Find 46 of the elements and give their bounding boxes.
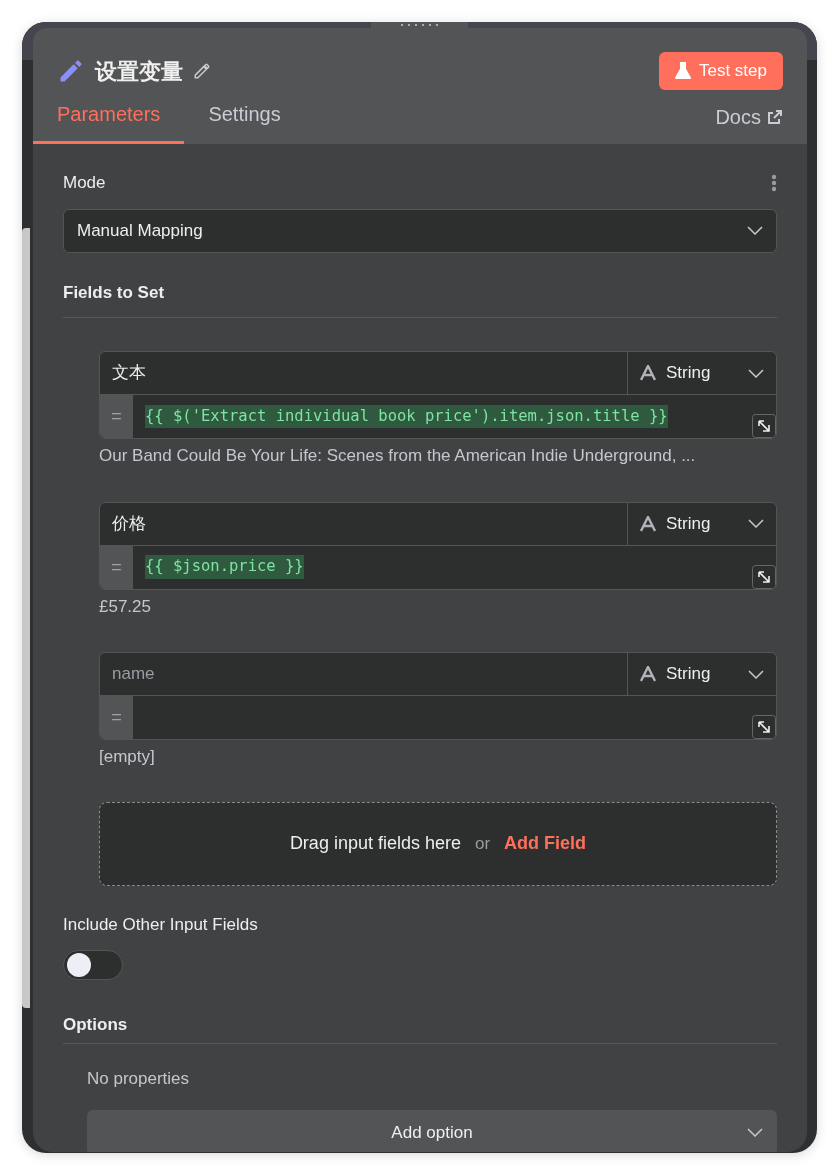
- more-options-icon[interactable]: [771, 173, 777, 192]
- drop-zone-text: Drag input fields here: [289, 832, 461, 855]
- expand-icon[interactable]: [752, 715, 776, 739]
- empty-text: No properties: [87, 1067, 191, 1090]
- node-title: 设置变量: [95, 57, 183, 86]
- letter-icon: [640, 365, 656, 381]
- add-option-button[interactable]: Add option: [87, 1110, 777, 1152]
- chevron-down-icon: [747, 226, 763, 235]
- result-preview: Our Band Could Be Your Life: Scenes from the American Indie Underground, ...: [99, 445, 697, 467]
- result-preview: £57.25: [99, 595, 152, 618]
- section-title: Options: [63, 1014, 129, 1036]
- equals-gutter: =: [100, 696, 133, 739]
- field-name-input[interactable]: name: [112, 661, 615, 687]
- drop-zone-or: or: [475, 832, 491, 855]
- field-name[interactable]: 价格: [112, 510, 146, 537]
- expression-text: {{ $('Extract individual book price').item.json.title }}: [145, 404, 668, 429]
- external-link-icon: [767, 109, 783, 125]
- result-preview: [empty]: [99, 746, 156, 768]
- type-select[interactable]: String: [627, 653, 776, 695]
- include-label: Include Other Input Fields: [63, 913, 259, 936]
- add-field-link[interactable]: Add Field: [504, 830, 587, 857]
- chevron-down-icon: [747, 1128, 763, 1137]
- type-select[interactable]: String: [627, 352, 776, 394]
- expression-editor[interactable]: {{ $('Extract individual book price').item.json.title }}: [133, 395, 752, 438]
- type-select[interactable]: String: [627, 502, 776, 545]
- chevron-down-icon: [748, 669, 764, 679]
- chevron-down-icon: [748, 368, 764, 378]
- expand-icon[interactable]: [752, 414, 776, 438]
- section-title: Fields to Set: [63, 281, 166, 304]
- letter-icon: [640, 666, 656, 682]
- docs-link[interactable]: Docs: [715, 102, 783, 144]
- expression-editor[interactable]: {{ $json.price }}: [133, 545, 752, 589]
- chevron-down-icon: [748, 519, 764, 528]
- letter-icon: [640, 515, 656, 532]
- expand-icon[interactable]: [752, 564, 776, 589]
- field-name[interactable]: 文本: [112, 360, 146, 386]
- mode-select[interactable]: Manual Mapping: [63, 208, 777, 253]
- mode-label: Mode: [63, 172, 106, 194]
- toggle-switch[interactable]: [63, 950, 123, 980]
- expression-text: {{ $json.price }}: [145, 555, 304, 579]
- drag-handle[interactable]: [371, 22, 468, 29]
- equals-gutter: =: [100, 545, 133, 589]
- pencil-icon[interactable]: [193, 62, 211, 80]
- equals-gutter: =: [100, 395, 133, 438]
- flask-icon: [674, 62, 691, 80]
- tab[interactable]: Settings: [208, 99, 281, 144]
